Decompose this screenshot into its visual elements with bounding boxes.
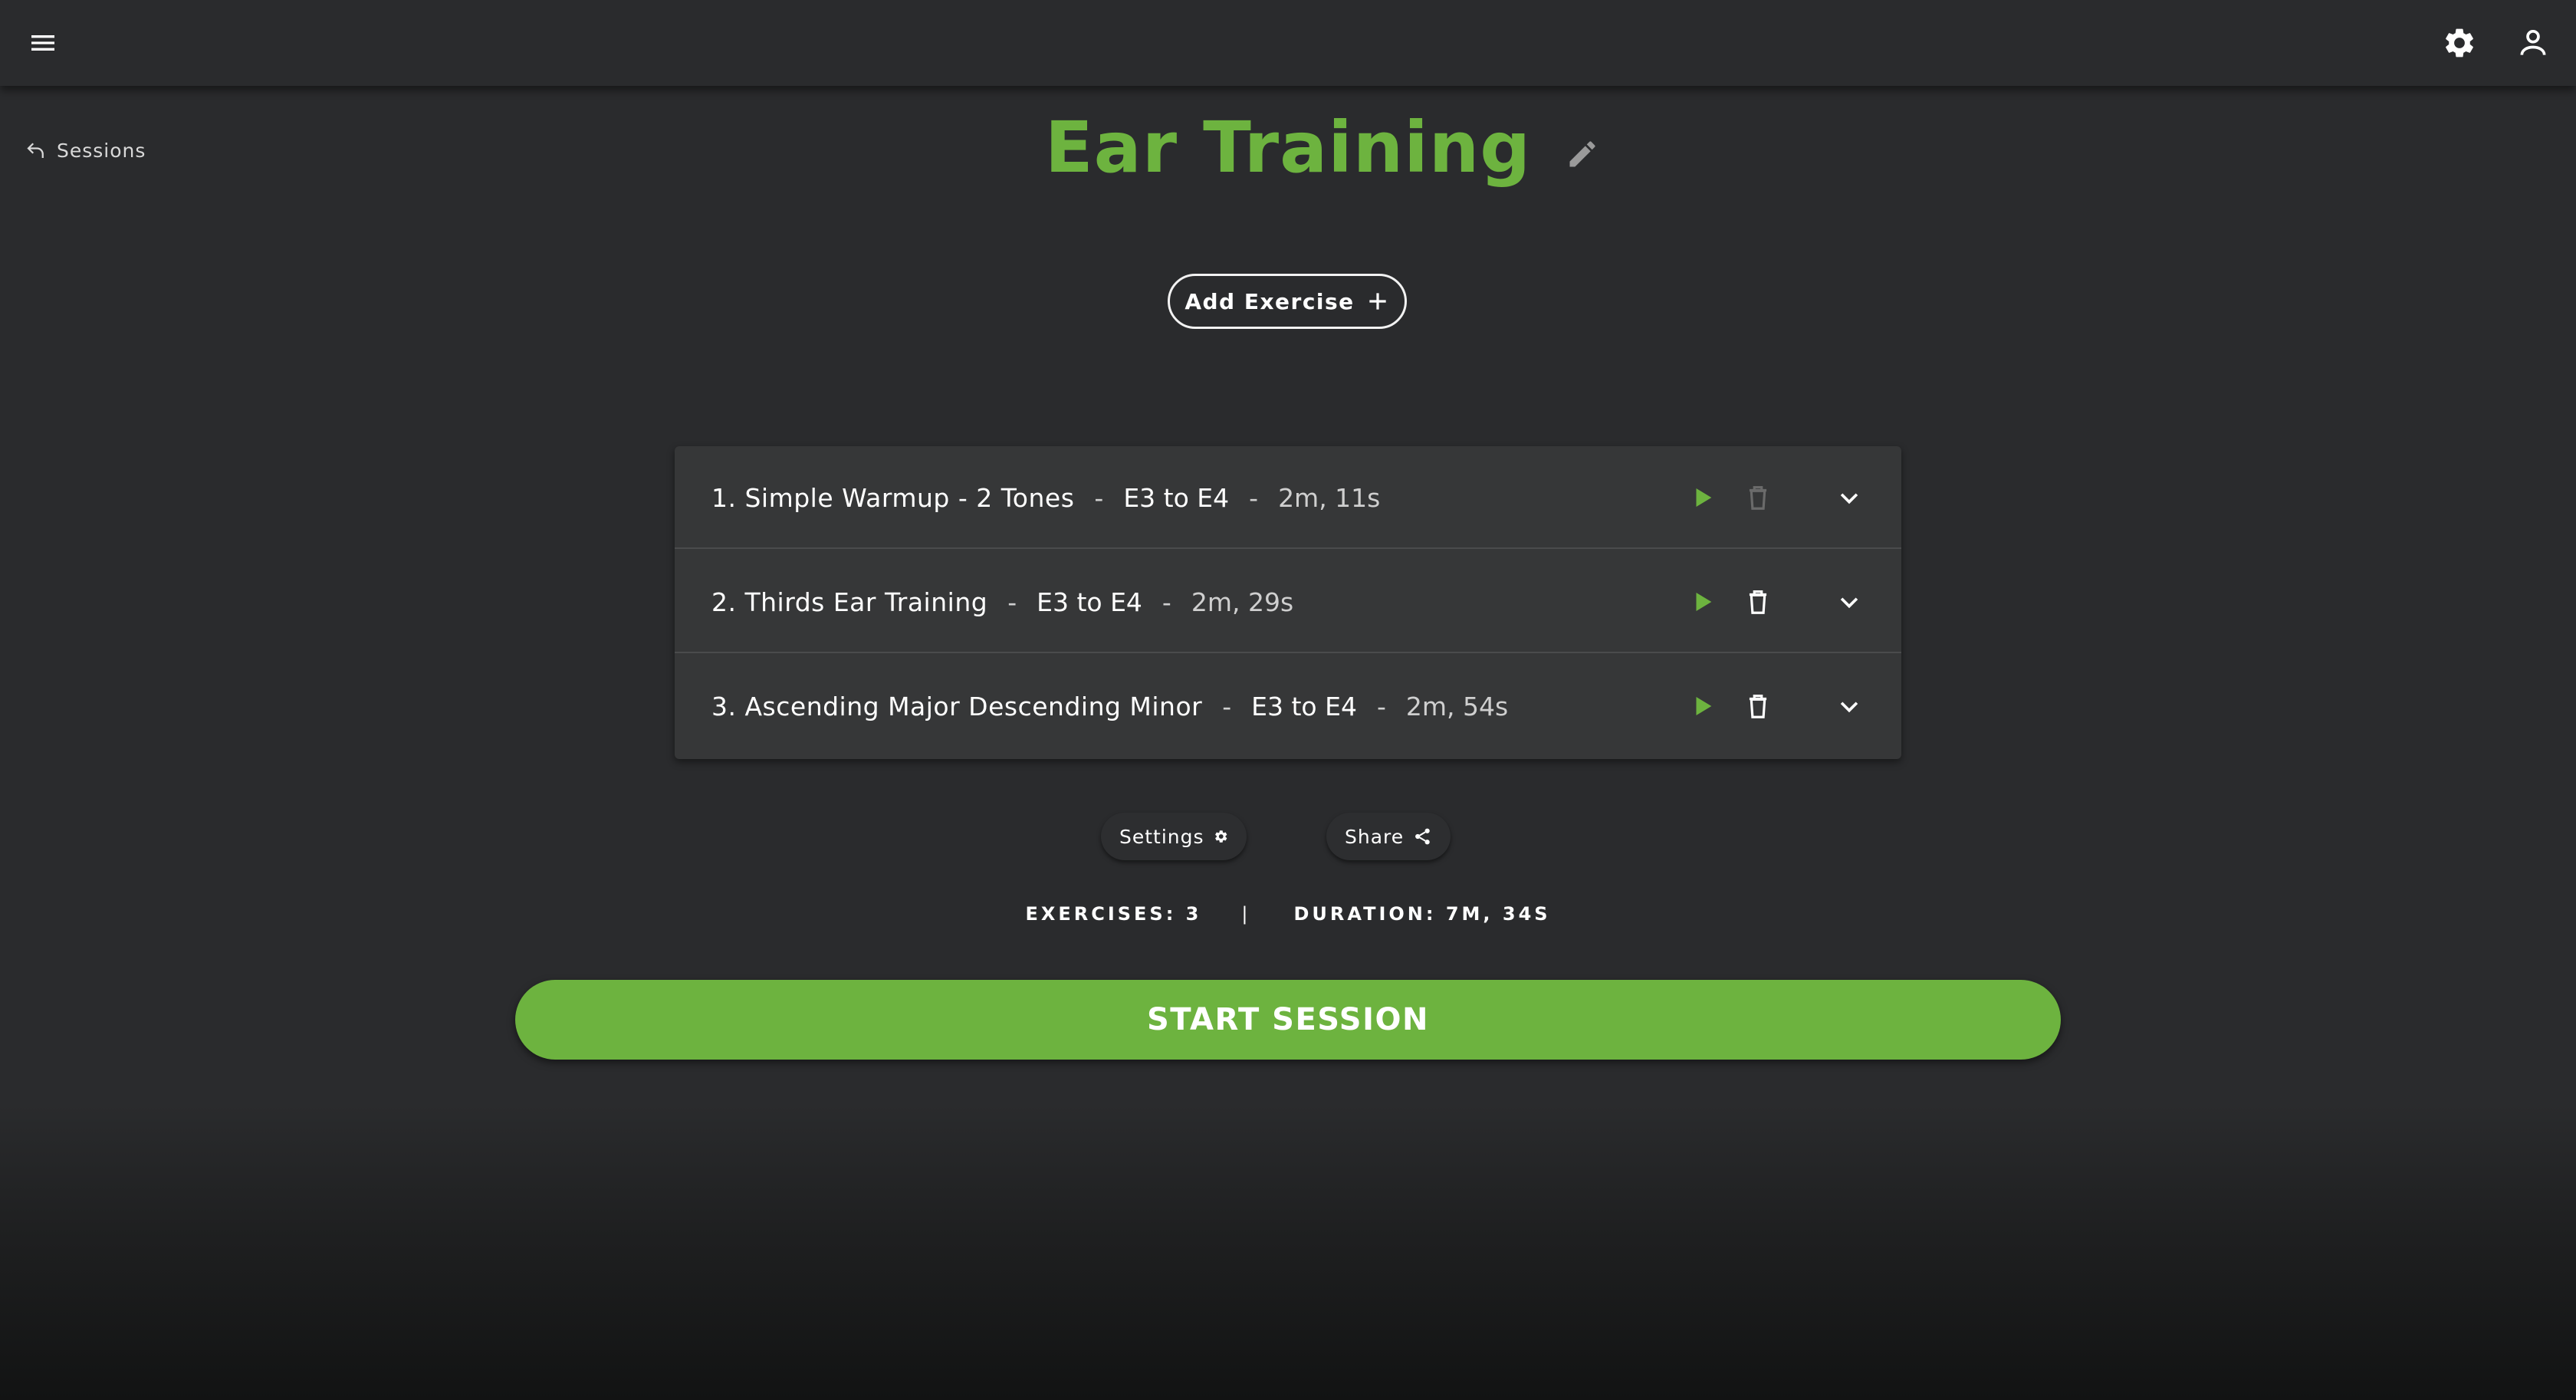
delete-exercise-button[interactable]	[1735, 683, 1781, 729]
trash-icon	[1749, 590, 1767, 614]
trash-icon	[1749, 485, 1767, 510]
edit-title-button[interactable]	[1562, 133, 1603, 175]
start-session-label: START SESSION	[1147, 1002, 1429, 1037]
stats-divider: |	[1241, 903, 1251, 925]
exercise-name: 2. Thirds Ear Training	[711, 587, 988, 617]
delete-exercise-button[interactable]	[1735, 579, 1781, 625]
session-title-area: Ear Training	[0, 98, 2576, 198]
chevron-down-icon	[1840, 493, 1858, 504]
exercise-separator: -	[1094, 482, 1104, 513]
play-icon	[1696, 696, 1712, 716]
hamburger-menu-icon	[31, 35, 54, 51]
delete-exercise-button[interactable]	[1735, 475, 1781, 521]
exercise-name: 1. Simple Warmup - 2 Tones	[711, 482, 1075, 513]
session-settings-button[interactable]: Settings	[1101, 813, 1247, 860]
play-icon	[1696, 592, 1712, 612]
exercise-row-text: 3. Ascending Major Descending Minor - E3…	[711, 655, 1508, 758]
gear-icon	[1214, 830, 1227, 843]
gear-icon	[2446, 28, 2473, 58]
pencil-icon	[1569, 141, 1595, 167]
exercise-separator: -	[1249, 482, 1259, 513]
exercise-duration: 2m, 11s	[1278, 482, 1381, 513]
exercise-separator: -	[1222, 691, 1232, 721]
add-exercise-button[interactable]: Add Exercise	[1168, 274, 1407, 329]
share-button[interactable]: Share	[1326, 813, 1451, 860]
account-button[interactable]	[2510, 20, 2556, 66]
expand-exercise-button[interactable]	[1826, 683, 1872, 729]
exercise-row-text: 2. Thirds Ear Training - E3 to E4 - 2m, …	[711, 550, 1293, 653]
share-icon	[1415, 828, 1430, 845]
start-session-button[interactable]: START SESSION	[515, 980, 2061, 1060]
exercise-duration: 2m, 54s	[1405, 691, 1509, 721]
exercise-duration: 2m, 29s	[1191, 587, 1294, 617]
play-exercise-button[interactable]	[1680, 579, 1726, 625]
exercise-row[interactable]: 2. Thirds Ear Training - E3 to E4 - 2m, …	[675, 550, 1901, 653]
exercise-separator: -	[1376, 691, 1386, 721]
exercise-row[interactable]: 3. Ascending Major Descending Minor - E3…	[675, 655, 1901, 758]
exercise-separator: -	[1007, 587, 1017, 617]
menu-button[interactable]	[20, 20, 66, 66]
page-title: Ear Training	[1044, 107, 1532, 189]
exercise-name: 3. Ascending Major Descending Minor	[711, 691, 1203, 721]
exercise-count: EXERCISES: 3	[1025, 903, 1202, 925]
trash-icon	[1749, 694, 1767, 718]
session-settings-label: Settings	[1119, 825, 1204, 848]
share-label: Share	[1345, 825, 1405, 848]
plus-icon	[1369, 293, 1386, 310]
session-stats: EXERCISES: 3 | DURATION: 7M, 34S	[0, 899, 2576, 929]
play-exercise-button[interactable]	[1680, 683, 1726, 729]
exercise-range: E3 to E4	[1123, 482, 1230, 513]
app-settings-button[interactable]	[2436, 20, 2482, 66]
exercise-row[interactable]: 1. Simple Warmup - 2 Tones - E3 to E4 - …	[675, 446, 1901, 549]
session-title-container: Ear Training	[1044, 98, 1595, 198]
add-exercise-label: Add Exercise	[1184, 288, 1355, 314]
exercise-range: E3 to E4	[1037, 587, 1142, 617]
top-app-bar	[0, 0, 2576, 86]
play-exercise-button[interactable]	[1680, 475, 1726, 521]
play-icon	[1696, 488, 1712, 508]
exercise-row-text: 1. Simple Warmup - 2 Tones - E3 to E4 - …	[711, 446, 1380, 549]
exercise-separator: -	[1162, 587, 1171, 617]
chevron-down-icon	[1840, 597, 1858, 609]
person-icon	[2520, 29, 2546, 55]
expand-exercise-button[interactable]	[1826, 579, 1872, 625]
chevron-down-icon	[1840, 702, 1858, 713]
exercise-list: 1. Simple Warmup - 2 Tones - E3 to E4 - …	[675, 446, 1901, 759]
expand-exercise-button[interactable]	[1826, 475, 1872, 521]
total-duration: DURATION: 7M, 34S	[1293, 903, 1551, 925]
exercise-range: E3 to E4	[1251, 691, 1357, 721]
